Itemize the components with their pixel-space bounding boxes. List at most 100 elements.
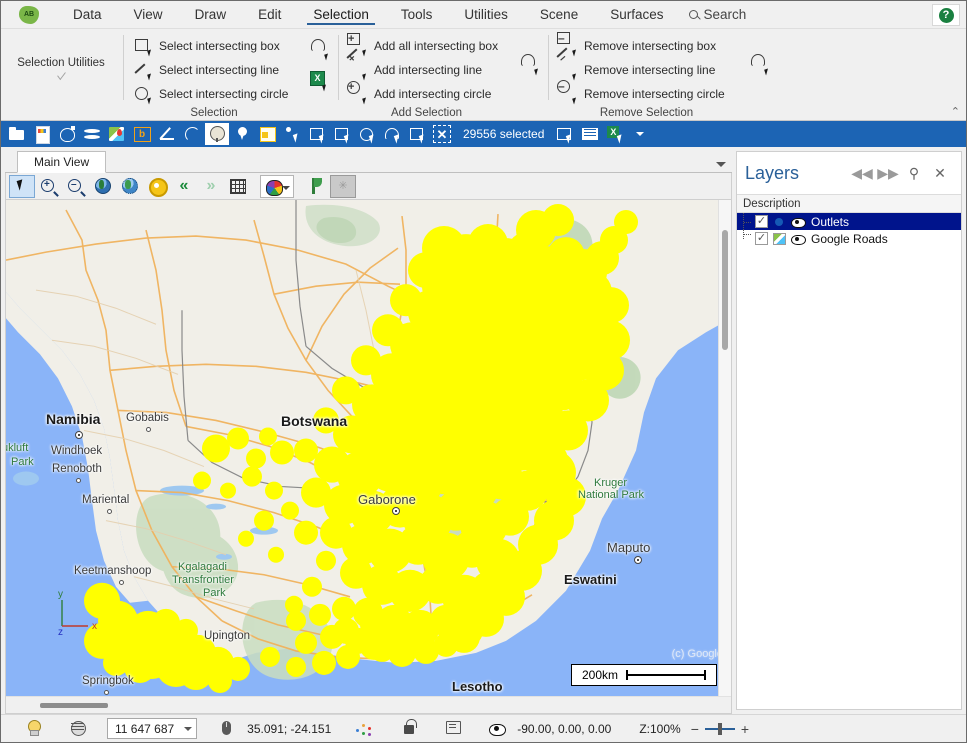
- add-intersecting-line-button[interactable]: Add intersecting line: [345, 59, 501, 81]
- remove-box-tool-button[interactable]: [405, 123, 429, 145]
- eye-icon[interactable]: [790, 215, 806, 228]
- add-circle-tool-button[interactable]: [355, 123, 379, 145]
- menu-data[interactable]: Data: [57, 1, 118, 28]
- map-vertical-scrollbar[interactable]: [718, 200, 731, 696]
- layers-button[interactable]: [80, 123, 104, 145]
- remove-lasso-icon[interactable]: [748, 52, 770, 74]
- city-dot-springbok: [104, 690, 109, 695]
- selection-items: Select intersecting box Select intersect…: [130, 31, 291, 105]
- layout-button[interactable]: [255, 123, 279, 145]
- svg-text:y: y: [58, 589, 63, 600]
- map-pin-button[interactable]: [230, 123, 254, 145]
- add-intersecting-circle-button[interactable]: Add intersecting circle: [345, 81, 501, 105]
- selection-table-button[interactable]: [578, 123, 602, 145]
- menu-surfaces[interactable]: Surfaces: [594, 1, 679, 28]
- layer-row-google-roads[interactable]: Google Roads: [737, 230, 961, 247]
- eye-icon[interactable]: [790, 232, 806, 245]
- arc-measure-button[interactable]: [180, 123, 204, 145]
- menu-draw[interactable]: Draw: [179, 1, 243, 28]
- export-selection-button[interactable]: [553, 123, 577, 145]
- layer-checkbox[interactable]: [755, 232, 768, 245]
- menu-label: Data: [73, 7, 102, 22]
- zoom-slider[interactable]: [704, 722, 735, 735]
- pin-button[interactable]: ⚲: [901, 160, 927, 186]
- data-sheet-button[interactable]: [30, 123, 54, 145]
- snap-points-button[interactable]: [349, 717, 379, 741]
- expand-forward-button[interactable]: ▶▶: [875, 160, 901, 186]
- favourite-button[interactable]: ✳: [330, 174, 356, 198]
- grid-tool-button[interactable]: [225, 175, 251, 198]
- globe-button[interactable]: [205, 123, 229, 145]
- add-all-intersecting-box-button[interactable]: Add all intersecting box: [345, 33, 501, 57]
- zoom-plus-button[interactable]: +: [741, 722, 749, 736]
- item-label: Select intersecting circle: [159, 87, 289, 101]
- select-intersecting-circle-button[interactable]: Select intersecting circle: [130, 83, 291, 105]
- help-button[interactable]: ?: [932, 4, 960, 26]
- remove-intersecting-line-button[interactable]: Remove intersecting line: [555, 59, 728, 81]
- remove-intersecting-box-button[interactable]: Remove intersecting box: [555, 32, 728, 57]
- next-view-button[interactable]: »: [198, 175, 224, 198]
- ribbon-collapse-icon[interactable]: ⌃: [951, 105, 960, 118]
- color-theme-tool-button[interactable]: [260, 174, 294, 198]
- palette-button[interactable]: [55, 123, 79, 145]
- open-folder-button[interactable]: [5, 123, 29, 145]
- zoom-control[interactable]: Z:100% − +: [629, 722, 749, 736]
- collapse-back-button[interactable]: ◀◀: [849, 160, 875, 186]
- app-logo[interactable]: AB: [1, 1, 57, 28]
- bounding-box-button[interactable]: b: [130, 123, 154, 145]
- export-excel-button[interactable]: [603, 123, 627, 145]
- select-intersecting-line-button[interactable]: Select intersecting line: [130, 59, 291, 81]
- lock-button[interactable]: [393, 717, 423, 741]
- zoom-layer-tool-button[interactable]: [117, 175, 143, 198]
- scale-combo[interactable]: 11 647 687: [107, 718, 198, 739]
- select-excel-icon[interactable]: [308, 70, 328, 90]
- workspace: Main View + – « » ✳ Namibia Botswana Les…: [1, 147, 966, 714]
- map-horizontal-scroll-thumb[interactable]: [40, 703, 108, 708]
- map-vertical-scroll-thumb[interactable]: [722, 230, 728, 350]
- view-orientation-button[interactable]: [481, 717, 511, 741]
- select-lasso-icon[interactable]: [308, 37, 330, 59]
- map-horizontal-scrollbar[interactable]: [6, 696, 731, 713]
- angle-measure-button[interactable]: [155, 123, 179, 145]
- clear-selection-button[interactable]: ✕: [430, 123, 454, 145]
- pan-select-tool-button[interactable]: [9, 174, 35, 198]
- globe-wire-button[interactable]: [63, 717, 93, 741]
- tab-main-view[interactable]: Main View: [17, 151, 107, 173]
- annotation-button[interactable]: [437, 717, 467, 741]
- close-panel-button[interactable]: ✕: [927, 160, 953, 186]
- menu-view[interactable]: View: [118, 1, 179, 28]
- select-intersecting-box-button[interactable]: Select intersecting box: [130, 35, 291, 57]
- lightbulb-button[interactable]: [19, 717, 49, 741]
- zoom-extents-tool-button[interactable]: [90, 175, 116, 198]
- tree-line-icon: [743, 230, 753, 239]
- menu-search[interactable]: Search: [679, 1, 756, 28]
- menu-utilities[interactable]: Utilities: [448, 1, 524, 28]
- layer-row-outlets[interactable]: Outlets: [737, 213, 961, 230]
- map-canvas[interactable]: Namibia Botswana South Africa Lesotho Es…: [6, 200, 731, 696]
- menu-edit[interactable]: Edit: [242, 1, 297, 28]
- select-box-tool-button[interactable]: [305, 123, 329, 145]
- menu-tools[interactable]: Tools: [385, 1, 449, 28]
- view-settings-tool-button[interactable]: [144, 175, 170, 198]
- zoom-minus-button[interactable]: −: [691, 722, 699, 736]
- selection-utilities-button[interactable]: Selection Utilities: [1, 29, 121, 120]
- menu-scene[interactable]: Scene: [524, 1, 594, 28]
- bookmark-flag-button[interactable]: [303, 175, 329, 198]
- remove-intersecting-circle-button[interactable]: Remove intersecting circle: [555, 80, 728, 105]
- add-lasso-tool-button[interactable]: [380, 123, 404, 145]
- layer-checkbox[interactable]: [755, 215, 768, 228]
- tab-overflow-icon[interactable]: [716, 162, 726, 167]
- zoom-out-tool-button[interactable]: –: [63, 175, 89, 198]
- point-select-button[interactable]: [280, 123, 304, 145]
- mouse-mode-button[interactable]: [211, 717, 241, 741]
- zoom-in-tool-button[interactable]: +: [36, 175, 62, 198]
- previous-view-button[interactable]: «: [171, 175, 197, 198]
- toolbar-overflow-icon[interactable]: [636, 132, 645, 136]
- add-lasso-icon[interactable]: [518, 52, 540, 74]
- add-box-tool-button[interactable]: [330, 123, 354, 145]
- menu-selection[interactable]: Selection: [297, 1, 385, 28]
- menu-label: Tools: [400, 7, 433, 22]
- help-icon: ?: [938, 7, 954, 23]
- google-map-button[interactable]: [105, 123, 129, 145]
- map-view[interactable]: Namibia Botswana South Africa Lesotho Es…: [5, 200, 732, 714]
